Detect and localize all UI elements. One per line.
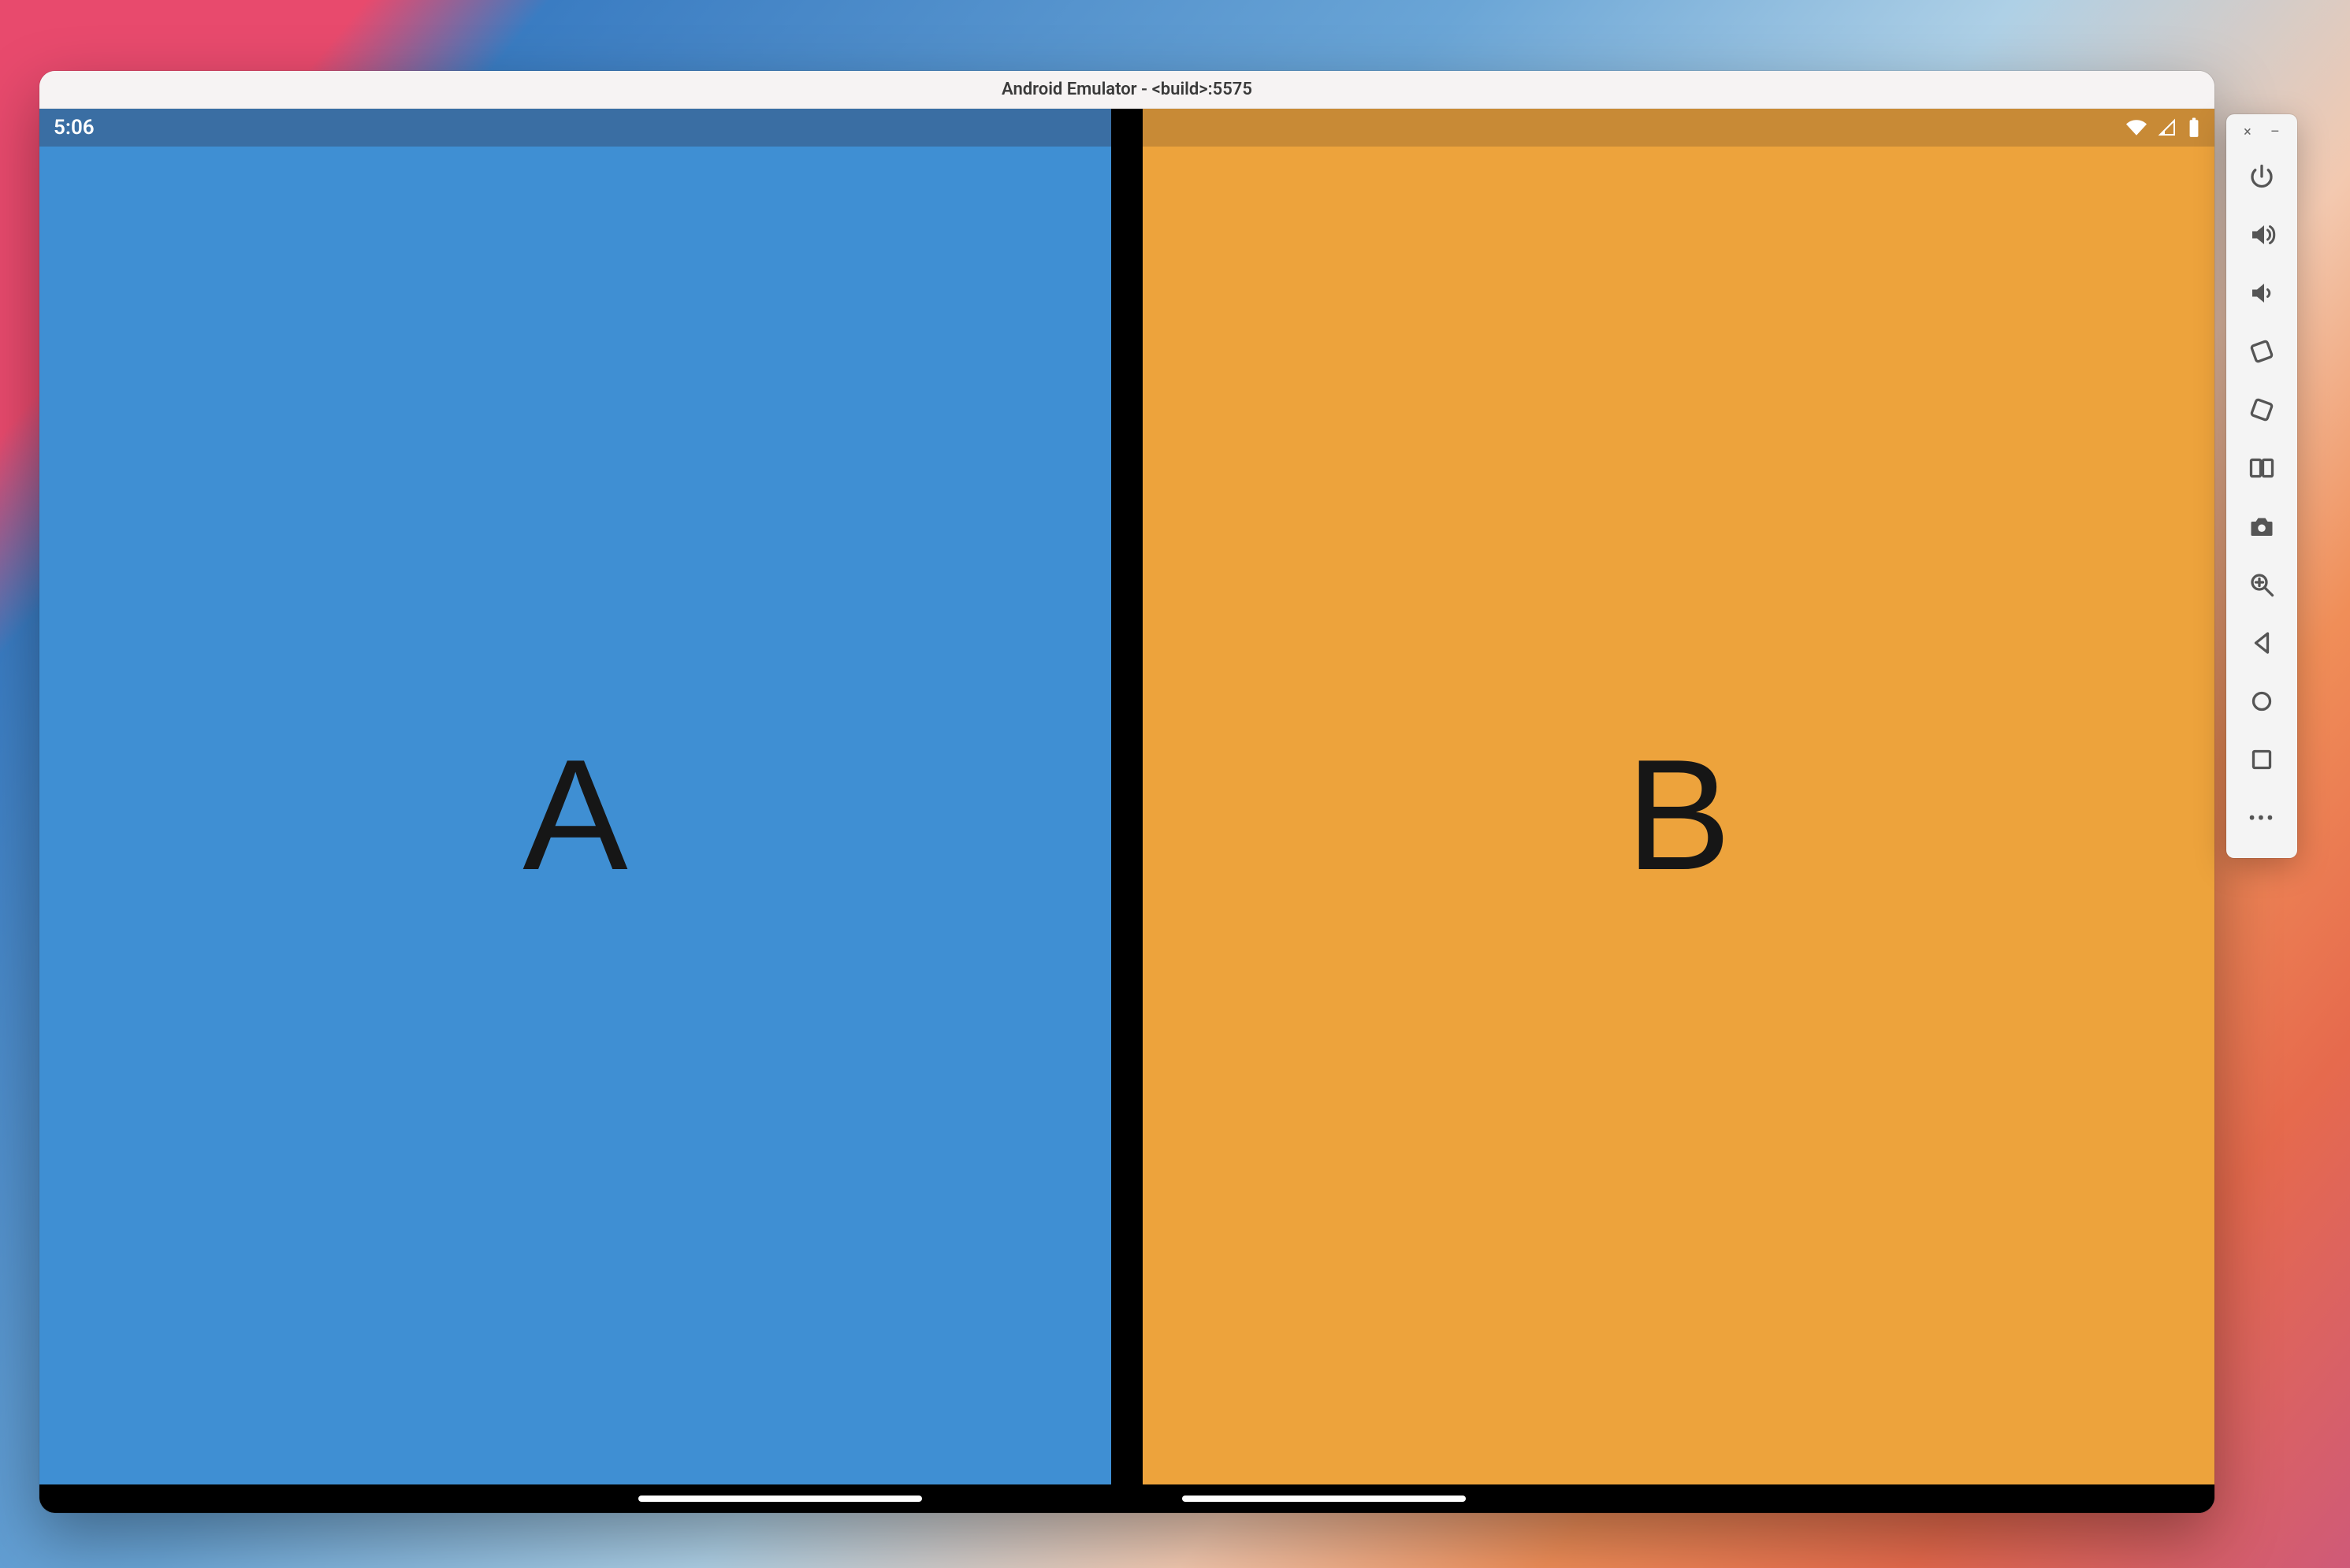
signal-icon (2158, 118, 2177, 137)
nav-right (1127, 1484, 2214, 1513)
emulator-window: Android Emulator - <build>:5575 5:06 A (39, 71, 2214, 1513)
rotate-right-icon (2248, 396, 2276, 424)
back-button[interactable] (2226, 614, 2297, 672)
rotate-right-button[interactable] (2226, 381, 2297, 439)
pane-left-label: A (522, 725, 627, 906)
zoom-in-icon (2248, 570, 2276, 599)
home-handle-left[interactable] (638, 1496, 922, 1502)
overview-icon (2248, 745, 2276, 774)
rotate-left-button[interactable] (2226, 322, 2297, 381)
power-icon (2248, 162, 2276, 191)
emulator-toolbar: × – (2226, 114, 2297, 858)
device-frame: 5:06 A (39, 109, 2214, 1513)
navigation-bar (39, 1484, 2214, 1513)
pane-right-body: B (1143, 147, 2214, 1484)
toolbar-close-button[interactable]: × (2244, 125, 2251, 139)
power-button[interactable] (2226, 147, 2297, 206)
zoom-button[interactable] (2226, 555, 2297, 614)
home-icon (2248, 687, 2276, 715)
status-bar-left[interactable]: 5:06 (39, 109, 1111, 147)
fold-icon (2248, 454, 2276, 482)
wifi-icon (2126, 117, 2147, 138)
volume-up-icon (2248, 221, 2276, 249)
split-pane-right[interactable]: B (1143, 109, 2214, 1484)
home-button[interactable] (2226, 672, 2297, 730)
volume-down-button[interactable] (2226, 264, 2297, 322)
volume-up-button[interactable] (2226, 206, 2297, 264)
nav-left (39, 1484, 1127, 1513)
window-title: Android Emulator - <build>:5575 (1002, 80, 1252, 99)
toolbar-minimize-button[interactable]: – (2270, 125, 2280, 139)
home-handle-right[interactable] (1182, 1496, 1466, 1502)
rotate-left-icon (2248, 337, 2276, 366)
screenshot-button[interactable] (2226, 497, 2297, 555)
split-pane-left[interactable]: 5:06 A (39, 109, 1111, 1484)
window-titlebar[interactable]: Android Emulator - <build>:5575 (39, 71, 2214, 109)
overview-button[interactable] (2226, 730, 2297, 789)
status-time: 5:06 (54, 116, 95, 139)
battery-icon (2188, 117, 2200, 138)
pane-left-body: A (39, 147, 1111, 1484)
more-icon: ••• (2248, 805, 2275, 831)
more-button[interactable]: ••• (2226, 789, 2297, 847)
device-screen: 5:06 A (39, 109, 2214, 1484)
pane-right-label: B (1626, 725, 1731, 906)
status-bar-right[interactable] (1143, 109, 2214, 147)
volume-down-icon (2248, 279, 2276, 307)
camera-icon (2248, 512, 2276, 541)
back-icon (2248, 629, 2276, 657)
fold-button[interactable] (2226, 439, 2297, 497)
